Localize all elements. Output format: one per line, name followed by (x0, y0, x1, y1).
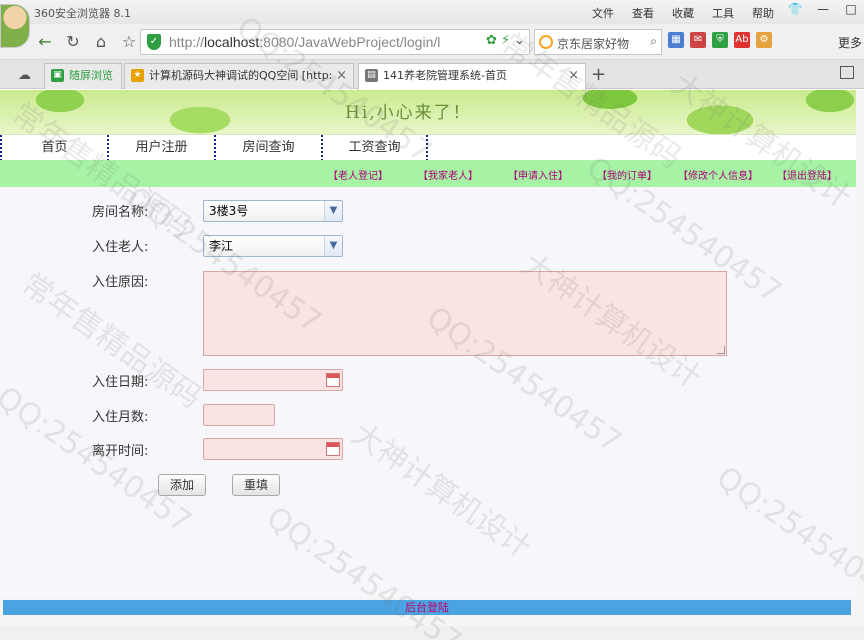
chevron-down-icon[interactable]: ▼ (324, 201, 342, 221)
months-label: 入住月数: (92, 410, 149, 425)
nav-salary-search[interactable]: 工资查询 (321, 135, 428, 161)
extension-icons: ▦ ✉ ⛨ Ab ⚙ (668, 32, 772, 48)
banner-greeting: Hi,小心来了！ (345, 103, 472, 123)
tab-bar: ☁ ▣ 随屏浏览 ★ 计算机源码大神调试的QQ空间 [http: × ▤ 141… (0, 60, 864, 90)
screen-icon: ▣ (51, 69, 64, 82)
more-button[interactable]: 更多 (838, 34, 862, 51)
address-toolbar: ← ↻ ⌂ ☆ ✓ http://localhost:8080/JavaWebP… (0, 24, 864, 60)
url-bar[interactable]: ✓ http://localhost:8080/JavaWebProject/l… (140, 29, 530, 55)
tab-label: 141养老院管理系统-首页 (383, 69, 507, 82)
minimize-icon[interactable]: — (814, 2, 832, 16)
subnav-elder-register[interactable]: 【老人登记】 (328, 167, 388, 182)
tab-active-home[interactable]: ▤ 141养老院管理系统-首页 × (358, 63, 586, 90)
checkin-date-input[interactable] (203, 369, 343, 391)
close-icon[interactable]: × (568, 64, 579, 88)
leave-date-input[interactable] (203, 438, 343, 460)
user-avatar[interactable] (0, 4, 30, 48)
reset-button[interactable]: 重填 (232, 474, 280, 496)
new-tab-button[interactable]: + (591, 64, 606, 85)
chevron-down-icon[interactable]: ▼ (324, 236, 342, 256)
months-input[interactable] (203, 404, 275, 426)
calendar-icon[interactable] (326, 442, 340, 456)
reason-textarea[interactable] (203, 271, 727, 356)
refresh-icon[interactable]: ↻ (62, 31, 84, 53)
room-value: 3楼3号 (209, 204, 249, 218)
subnav-my-orders[interactable]: 【我的订单】 (597, 167, 657, 182)
add-button[interactable]: 添加 (158, 474, 206, 496)
subnav-edit-profile[interactable]: 【修改个人信息】 (678, 167, 758, 182)
search-icon[interactable]: ⌕ (650, 34, 657, 49)
back-arrow-icon[interactable]: ← (34, 31, 56, 53)
status-bar (0, 626, 864, 640)
skin-icon[interactable]: 👕 (786, 2, 804, 16)
subnav-my-elders[interactable]: 【我家老人】 (418, 167, 478, 182)
subnav-logout[interactable]: 【退出登陆】 (777, 167, 837, 182)
star-icon[interactable]: ☆ (118, 31, 140, 53)
checkin-form: 房间名称: 3楼3号 ▼ 入住老人: 李江 ▼ 入住原因: 入住日期: 入住月数… (0, 187, 856, 597)
browser-title-bar: 360安全浏览器 8.1 文件 查看 收藏 工具 帮助 👕 — □ (0, 0, 864, 24)
tab-list-icon[interactable] (840, 66, 854, 79)
room-select[interactable]: 3楼3号 ▼ (203, 200, 343, 222)
user-subnav: 【老人登记】 【我家老人】 【申请入住】 【我的订单】 【修改个人信息】 【退出… (0, 160, 856, 187)
close-icon[interactable]: × (336, 64, 347, 88)
menu-help[interactable]: 帮助 (752, 5, 774, 21)
url-text[interactable]: http://localhost:8080/JavaWebProject/log… (169, 34, 469, 50)
reason-label: 入住原因: (92, 275, 149, 290)
home-icon[interactable]: ⌂ (90, 31, 112, 53)
menu-favorites[interactable]: 收藏 (672, 5, 694, 21)
lightning-icon[interactable]: ⚡ (501, 33, 510, 48)
web-page: Hi,小心来了！ 首页 用户注册 房间查询 工资查询 【老人登记】 【我家老人】… (0, 90, 864, 640)
elder-value: 李江 (209, 239, 234, 253)
date-label: 入住日期: (92, 375, 149, 390)
browser-title: 360安全浏览器 8.1 (34, 7, 131, 20)
resize-grip-icon[interactable] (717, 346, 725, 354)
tab-screen-browse[interactable]: ▣ 随屏浏览 (44, 63, 122, 89)
leave-label: 离开时间: (92, 444, 149, 459)
chevron-down-icon[interactable]: ⌄ (514, 33, 525, 48)
browser-menu: 文件 查看 收藏 工具 帮助 (592, 5, 774, 21)
mail-icon[interactable]: ✉ (690, 32, 706, 48)
page-icon: ▤ (365, 69, 378, 82)
elder-select[interactable]: 李江 ▼ (203, 235, 343, 257)
calendar-icon[interactable] (326, 373, 340, 387)
menu-file[interactable]: 文件 (592, 5, 614, 21)
admin-login-footer[interactable]: 后台登陆 (3, 600, 851, 615)
elder-label: 入住老人: (92, 240, 149, 255)
search-box[interactable]: 京东居家好物 ⌕ (534, 29, 662, 55)
menu-tools[interactable]: 工具 (712, 5, 734, 21)
star-icon: ★ (131, 69, 144, 82)
shield-icon[interactable]: ⛨ (712, 32, 728, 48)
url-actions: ✿ ⚡ ⌄ (486, 33, 525, 48)
nav-home[interactable]: 首页 (0, 135, 107, 161)
site-banner: Hi,小心来了！ (0, 90, 856, 134)
security-shield-icon: ✓ (147, 34, 161, 50)
gear-icon[interactable]: ✿ (486, 33, 497, 48)
tab-qq-space[interactable]: ★ 计算机源码大神调试的QQ空间 [http: × (124, 63, 354, 89)
tab-label: 随屏浏览 (69, 69, 113, 82)
search-engine-icon (539, 35, 553, 49)
nav-room-search[interactable]: 房间查询 (214, 135, 321, 161)
maximize-icon[interactable]: □ (842, 2, 860, 16)
window-controls: 👕 — □ (786, 2, 860, 16)
room-label: 房间名称: (92, 205, 149, 220)
menu-view[interactable]: 查看 (632, 5, 654, 21)
cloud-icon[interactable]: ☁ (18, 68, 31, 83)
apps-icon[interactable]: ▦ (668, 32, 684, 48)
adblock-icon[interactable]: Ab (734, 32, 750, 48)
subnav-apply-checkin[interactable]: 【申请入住】 (508, 167, 568, 182)
tab-label: 计算机源码大神调试的QQ空间 [http: (149, 69, 333, 82)
search-input[interactable]: 京东居家好物 (557, 35, 629, 52)
nav-register[interactable]: 用户注册 (107, 135, 214, 161)
tools-icon[interactable]: ⚙ (756, 32, 772, 48)
main-nav: 首页 用户注册 房间查询 工资查询 (0, 134, 856, 161)
